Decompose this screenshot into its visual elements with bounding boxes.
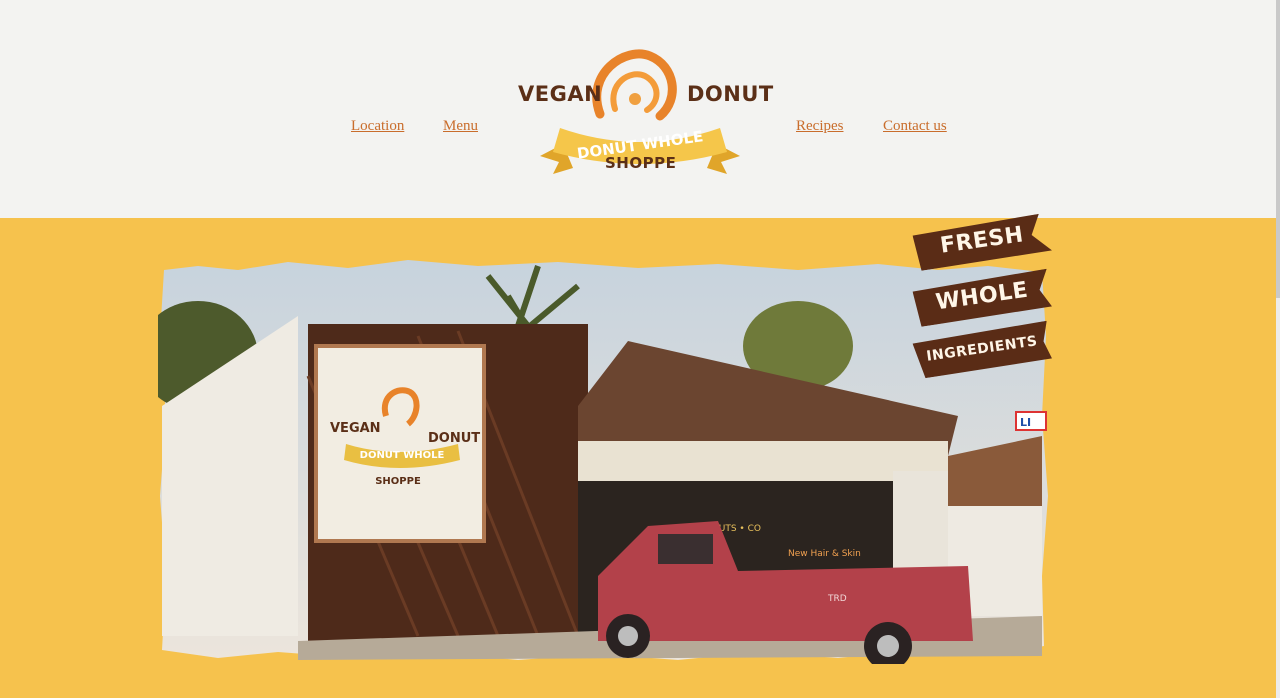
- site-header: Location Menu DONUT WHOLE VEGAN DONUT SH…: [0, 0, 1280, 218]
- ribbon-fresh: FRESH: [912, 213, 1052, 271]
- site-logo[interactable]: DONUT WHOLE VEGAN DONUT SHOPPE: [515, 44, 773, 180]
- ribbon-ingredients: INGREDIENTS: [912, 320, 1052, 379]
- nav-link-menu[interactable]: Menu: [443, 118, 478, 135]
- ingredients-banner: FRESH WHOLE INGREDIENTS: [912, 213, 1052, 388]
- neon-sign-text: New Hair & Skin: [788, 549, 861, 559]
- truck-badge-text: TRD: [827, 594, 847, 604]
- nav-link-location[interactable]: Location: [351, 118, 404, 135]
- hero-section: VEGAN DONUT DONUT WHOLE SHOPPE DONUTS • …: [0, 213, 1280, 698]
- sign-word-shoppe: SHOPPE: [375, 476, 421, 487]
- logo-word-vegan: VEGAN: [518, 82, 603, 106]
- ribbon-whole: WHOLE: [912, 268, 1052, 327]
- logo-word-donut: DONUT: [687, 82, 774, 106]
- sign-word-donut: DONUT: [428, 431, 480, 446]
- nav-link-recipes[interactable]: Recipes: [796, 118, 843, 135]
- logo-word-shoppe: SHOPPE: [605, 154, 677, 172]
- page-scrollbar[interactable]: [1276, 0, 1280, 698]
- sign-word-vegan: VEGAN: [330, 421, 381, 436]
- nav-link-contact[interactable]: Contact us: [883, 118, 947, 135]
- scrollbar-thumb[interactable]: [1276, 0, 1280, 298]
- side-sign-text: LI: [1020, 416, 1031, 429]
- sign-ribbon-text: DONUT WHOLE: [360, 450, 445, 461]
